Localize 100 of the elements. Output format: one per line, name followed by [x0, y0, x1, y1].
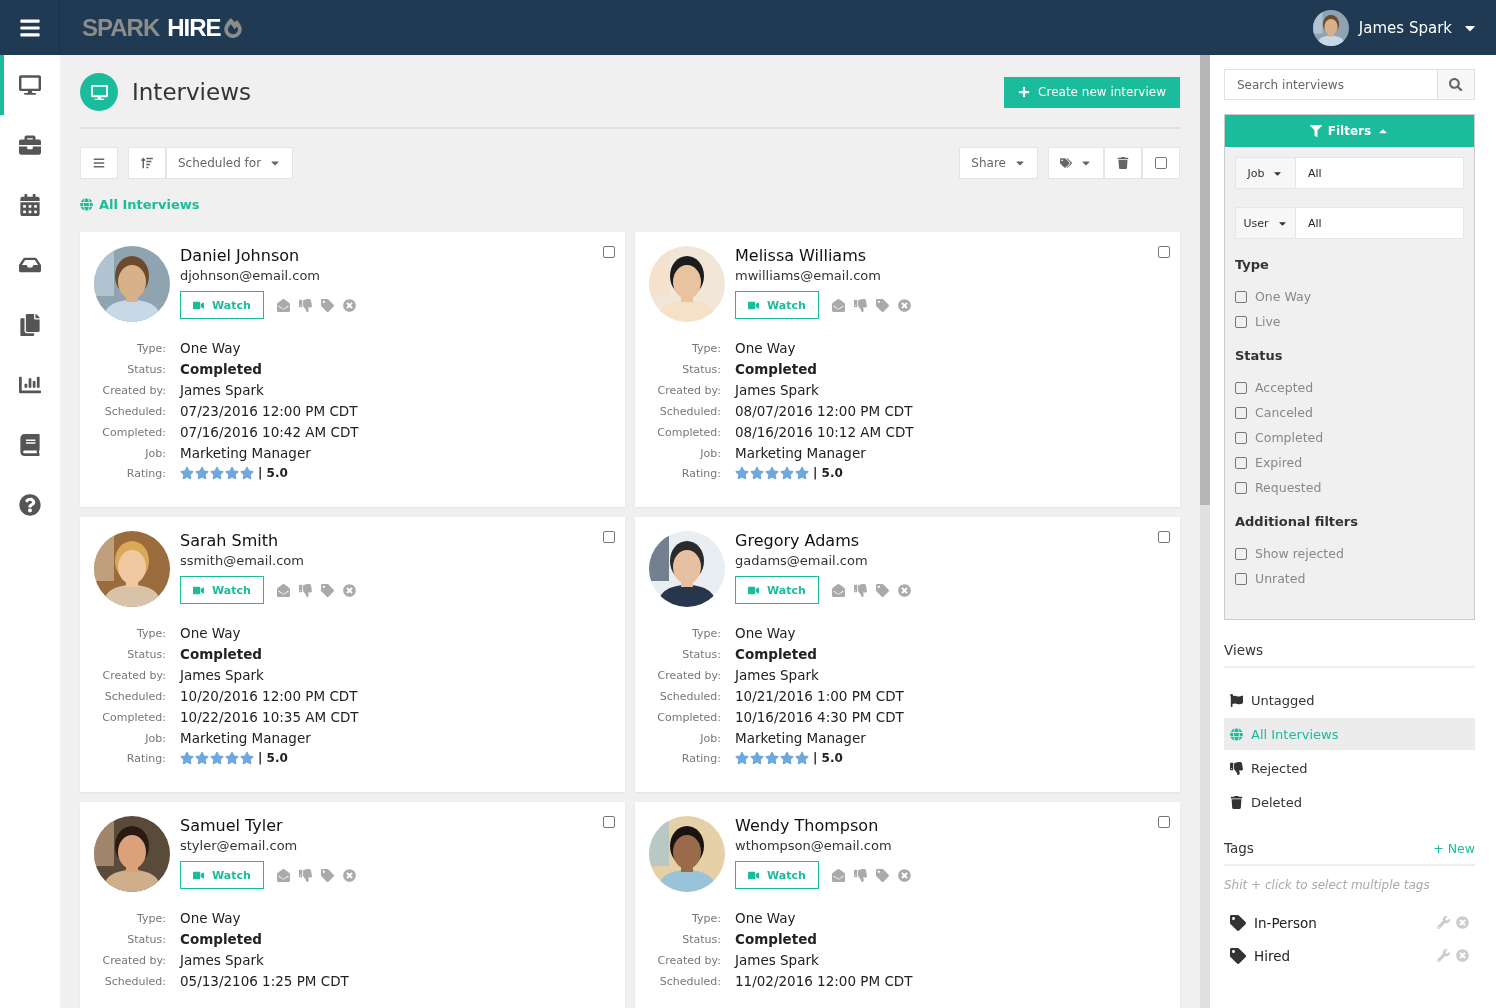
card-checkbox[interactable] [603, 816, 615, 828]
user-name[interactable]: James Spark [1358, 18, 1452, 37]
rating-value: | 5.0 [258, 466, 288, 480]
scrollbar-thumb[interactable] [1200, 55, 1210, 505]
list-view-button[interactable] [80, 147, 118, 179]
close-icon[interactable] [897, 298, 911, 312]
field-value: James Spark [735, 667, 820, 683]
close-icon[interactable] [897, 583, 911, 597]
star-icon [195, 466, 209, 480]
field-value: 10/16/2016 4:30 PM CDT [735, 709, 905, 725]
filter-checkbox[interactable] [1235, 572, 1247, 585]
search-field[interactable]: Search interviews [1224, 69, 1437, 100]
card-checkbox[interactable] [603, 531, 615, 543]
search-button[interactable] [1437, 69, 1475, 100]
section-title: Tags [1224, 840, 1254, 856]
video-camera-icon [193, 299, 204, 311]
filter-checkbox[interactable] [1235, 547, 1247, 560]
logo-text: HIRE [167, 13, 221, 42]
filter-checkbox[interactable] [1235, 315, 1247, 328]
close-icon[interactable] [342, 868, 356, 882]
thumbs-down-icon[interactable] [298, 298, 312, 312]
envelope-icon[interactable] [831, 583, 845, 597]
thumbs-down-icon[interactable] [853, 868, 867, 882]
field-label: Completed: [101, 710, 166, 724]
envelope-icon[interactable] [831, 298, 845, 312]
thumbs-down-icon[interactable] [298, 583, 312, 597]
tag-name: In-Person [1254, 914, 1317, 931]
envelope-icon[interactable] [831, 868, 845, 882]
card-checkbox[interactable] [1158, 246, 1170, 258]
filter-checkbox[interactable] [1235, 381, 1247, 394]
tag-icon[interactable] [320, 583, 334, 597]
filter-option-label: Canceled [1255, 405, 1313, 420]
filter-checkbox[interactable] [1235, 481, 1247, 494]
tag-icon[interactable] [875, 868, 889, 882]
rating-value: | 5.0 [258, 751, 288, 765]
field-label: Scheduled: [658, 689, 721, 703]
delete-button[interactable] [1104, 147, 1142, 179]
field-label: Scheduled: [658, 974, 721, 988]
field-label: Type: [136, 911, 166, 925]
filter-field-dropdown[interactable]: User [1236, 208, 1296, 238]
tag-icon[interactable] [320, 298, 334, 312]
field-value: Completed [735, 361, 818, 377]
section-title: Views [1224, 642, 1264, 658]
thumbs-down-icon[interactable] [853, 298, 867, 312]
field-label: Created by: [656, 668, 721, 682]
tag-icon [1230, 914, 1246, 931]
sort-button[interactable] [128, 147, 166, 179]
filter-checkbox[interactable] [1235, 456, 1247, 469]
field-value: 10/22/2016 10:35 AM CDT [180, 709, 360, 725]
tag-icon[interactable] [875, 298, 889, 312]
filter-checkbox[interactable] [1235, 431, 1247, 444]
field-label: Completed: [656, 425, 721, 439]
filter-checkbox[interactable] [1235, 406, 1247, 419]
field-label: Job: [143, 446, 166, 460]
field-label: Rating: [680, 466, 721, 480]
tag-icon[interactable] [320, 868, 334, 882]
globe-icon [80, 198, 93, 211]
share-dropdown[interactable]: Share [959, 147, 1038, 179]
envelope-icon[interactable] [276, 583, 290, 597]
select-all-checkbox[interactable] [1155, 157, 1167, 169]
close-icon[interactable] [342, 298, 356, 312]
star-icon [210, 466, 224, 480]
filter-select[interactable]: Job All [1235, 157, 1464, 189]
thumbs-down-icon[interactable] [853, 583, 867, 597]
filter-icon [1309, 125, 1322, 137]
filter-checkbox[interactable] [1235, 290, 1247, 303]
field-value: 07/23/2016 12:00 PM CDT [180, 403, 359, 419]
tag-icon[interactable] [875, 583, 889, 597]
thumbs-down-icon[interactable] [298, 868, 312, 882]
filter-value: All [1307, 166, 1322, 180]
candidate-email: wthompson@email.com [735, 838, 893, 853]
filter-option-label: Expired [1255, 455, 1303, 470]
field-value: 08/16/2016 10:12 AM CDT [735, 424, 915, 440]
field-label: Type: [691, 911, 721, 925]
rating-value: | 5.0 [813, 466, 843, 480]
close-icon[interactable] [342, 583, 356, 597]
filter-select[interactable]: User All [1235, 207, 1464, 239]
field-label: Type: [691, 341, 721, 355]
field-value: James Spark [735, 952, 820, 968]
filter-option-label: Accepted [1255, 380, 1314, 395]
briefcase-icon [19, 134, 41, 156]
video-camera-icon [193, 584, 204, 596]
card-checkbox[interactable] [1158, 816, 1170, 828]
star-icon [180, 751, 194, 765]
field-label: Scheduled: [103, 689, 166, 703]
filter-field-dropdown[interactable]: Job [1236, 158, 1296, 188]
select-all-button[interactable] [1142, 147, 1180, 179]
envelope-icon[interactable] [276, 298, 290, 312]
tag-dropdown[interactable] [1048, 147, 1104, 179]
sort-icon [141, 157, 153, 169]
card-checkbox[interactable] [603, 246, 615, 258]
monitor-icon [19, 74, 41, 96]
close-icon[interactable] [897, 868, 911, 882]
candidate-email: styler@email.com [180, 838, 299, 853]
sort-dropdown[interactable]: Scheduled for [166, 147, 294, 179]
book-icon [19, 434, 41, 456]
field-label: Job: [698, 731, 721, 745]
card-checkbox[interactable] [1158, 531, 1170, 543]
candidate-email: djohnson@email.com [180, 268, 321, 283]
envelope-icon[interactable] [276, 868, 290, 882]
